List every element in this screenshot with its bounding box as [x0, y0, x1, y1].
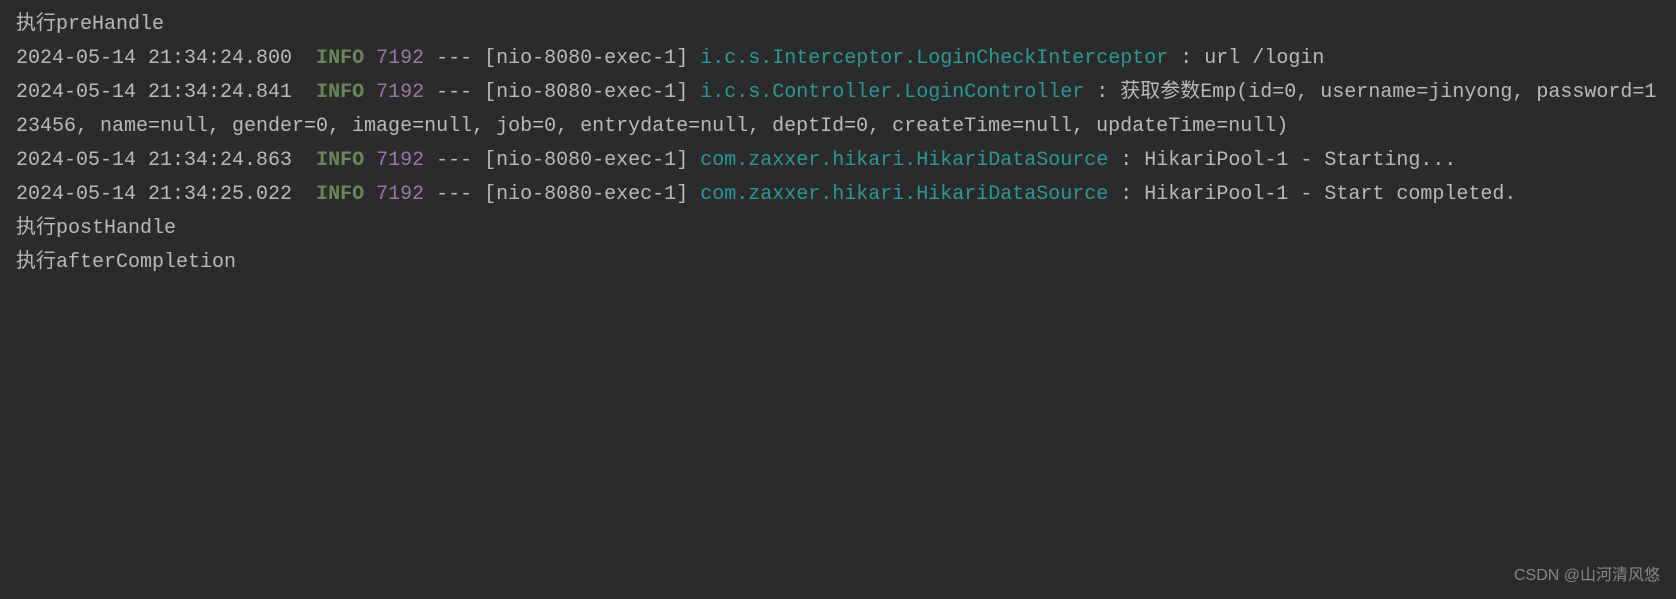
log-separator: --- [436, 183, 472, 206]
log-thread: [nio-8080-exec-1] [484, 47, 688, 70]
log-pid: 7192 [376, 149, 424, 172]
log-separator: --- [436, 149, 472, 172]
log-line-aftercompletion: 执行afterCompletion [16, 246, 1660, 280]
log-logger: com.zaxxer.hikari.HikariDataSource [700, 183, 1108, 206]
log-message: : HikariPool-1 - Start completed. [1108, 183, 1516, 206]
log-message: : url /login [1168, 47, 1324, 70]
log-message: 执行preHandle [16, 13, 164, 36]
log-message: 执行afterCompletion [16, 251, 236, 274]
log-level: INFO [316, 149, 364, 172]
log-line-2: 2024-05-14 21:34:24.841 INFO 7192 --- [n… [16, 76, 1660, 144]
log-logger: i.c.s.Controller.LoginController [700, 81, 1084, 104]
log-line-4: 2024-05-14 21:34:25.022 INFO 7192 --- [n… [16, 178, 1660, 212]
log-line-1: 2024-05-14 21:34:24.800 INFO 7192 --- [n… [16, 42, 1660, 76]
log-timestamp: 2024-05-14 21:34:24.800 [16, 47, 292, 70]
log-thread: [nio-8080-exec-1] [484, 183, 688, 206]
log-pid: 7192 [376, 47, 424, 70]
log-separator: --- [436, 47, 472, 70]
log-level: INFO [316, 183, 364, 206]
log-timestamp: 2024-05-14 21:34:25.022 [16, 183, 292, 206]
log-timestamp: 2024-05-14 21:34:24.841 [16, 81, 292, 104]
log-pid: 7192 [376, 183, 424, 206]
log-line-3: 2024-05-14 21:34:24.863 INFO 7192 --- [n… [16, 144, 1660, 178]
log-logger: i.c.s.Interceptor.LoginCheckInterceptor [700, 47, 1168, 70]
log-timestamp: 2024-05-14 21:34:24.863 [16, 149, 292, 172]
log-message: : HikariPool-1 - Starting... [1108, 149, 1456, 172]
log-level: INFO [316, 81, 364, 104]
log-logger: com.zaxxer.hikari.HikariDataSource [700, 149, 1108, 172]
log-level: INFO [316, 47, 364, 70]
log-pid: 7192 [376, 81, 424, 104]
watermark-text: CSDN @山河清风悠 [1514, 562, 1660, 589]
log-line-prehandle: 执行preHandle [16, 8, 1660, 42]
log-line-posthandle: 执行postHandle [16, 212, 1660, 246]
log-message: 执行postHandle [16, 217, 176, 240]
log-thread: [nio-8080-exec-1] [484, 149, 688, 172]
log-separator: --- [436, 81, 472, 104]
log-thread: [nio-8080-exec-1] [484, 81, 688, 104]
